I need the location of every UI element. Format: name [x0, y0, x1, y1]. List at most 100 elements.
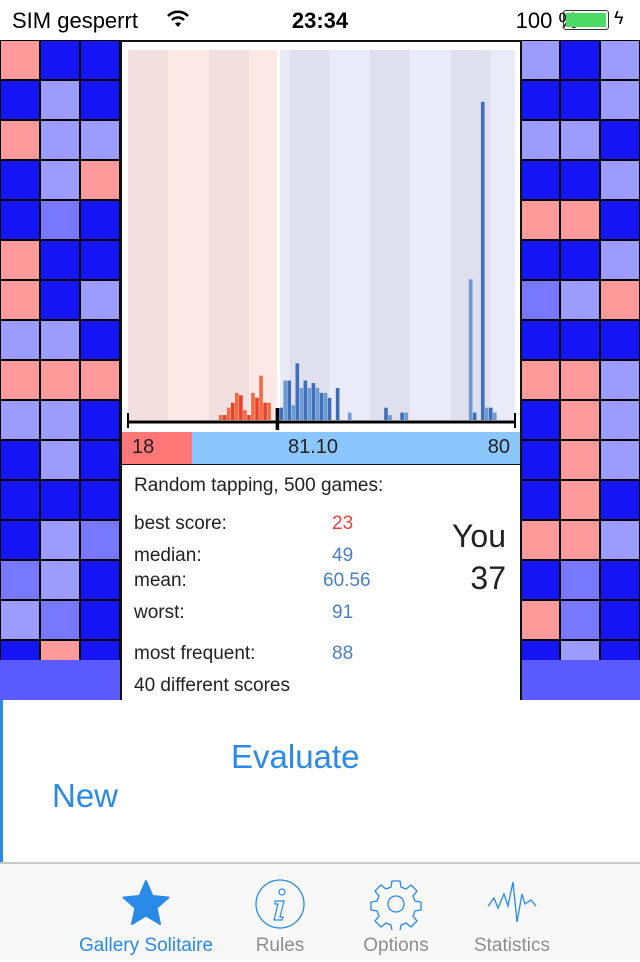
board-tile[interactable]	[521, 601, 559, 639]
board-tile[interactable]	[521, 481, 559, 519]
board-tile[interactable]	[81, 601, 119, 639]
board-tile[interactable]	[521, 41, 559, 79]
board-tile[interactable]	[41, 241, 79, 279]
board-tile[interactable]	[601, 241, 639, 279]
board-tile[interactable]	[521, 641, 559, 660]
board-tile[interactable]	[561, 281, 599, 319]
board-tile[interactable]	[81, 361, 119, 399]
board-tile[interactable]	[601, 441, 639, 479]
board-tile[interactable]	[81, 641, 119, 660]
board-tile[interactable]	[561, 361, 599, 399]
board-tile[interactable]	[601, 81, 639, 119]
board-tile[interactable]	[1, 201, 39, 239]
board-tile[interactable]	[81, 121, 119, 159]
board-tile[interactable]	[81, 81, 119, 119]
board-tile[interactable]	[601, 321, 639, 359]
board-tile[interactable]	[1, 481, 39, 519]
board-tile[interactable]	[601, 41, 639, 79]
board-tile[interactable]	[561, 81, 599, 119]
board-tile[interactable]	[81, 201, 119, 239]
board-tile[interactable]	[1, 361, 39, 399]
board-tile[interactable]	[81, 41, 119, 79]
board-tile[interactable]	[601, 161, 639, 199]
board-tile[interactable]	[41, 601, 79, 639]
board-tile[interactable]	[81, 481, 119, 519]
board-tile[interactable]	[1, 281, 39, 319]
board-tile[interactable]	[601, 561, 639, 599]
board-tile[interactable]	[521, 561, 559, 599]
new-game-button[interactable]: New	[52, 777, 118, 815]
board-tile[interactable]	[1, 601, 39, 639]
board-tile[interactable]	[521, 81, 559, 119]
tab-statistics[interactable]: Statistics	[464, 864, 560, 962]
board-tile[interactable]	[1, 641, 39, 660]
board-tile[interactable]	[1, 321, 39, 359]
board-tile[interactable]	[601, 601, 639, 639]
tab-options[interactable]: Options	[350, 864, 442, 962]
board-tile[interactable]	[521, 201, 559, 239]
board-tile[interactable]	[521, 401, 559, 439]
board-tile[interactable]	[81, 441, 119, 479]
board-tile[interactable]	[41, 281, 79, 319]
board-tile[interactable]	[81, 521, 119, 559]
board-tile[interactable]	[561, 521, 599, 559]
board-tile[interactable]	[521, 241, 559, 279]
board-tile[interactable]	[561, 41, 599, 79]
board-tile[interactable]	[1, 241, 39, 279]
board-tile[interactable]	[561, 601, 599, 639]
board-tile[interactable]	[81, 321, 119, 359]
board-tile[interactable]	[561, 121, 599, 159]
board-tile[interactable]	[41, 321, 79, 359]
board-tile[interactable]	[1, 41, 39, 79]
board-tile[interactable]	[601, 281, 639, 319]
board-tile[interactable]	[1, 441, 39, 479]
board-tile[interactable]	[521, 321, 559, 359]
evaluate-button[interactable]: Evaluate	[231, 738, 359, 776]
board-tile[interactable]	[1, 81, 39, 119]
board-tile[interactable]	[521, 161, 559, 199]
board-tile[interactable]	[41, 121, 79, 159]
board-tile[interactable]	[1, 161, 39, 199]
board-tile[interactable]	[41, 521, 79, 559]
board-tile[interactable]	[601, 521, 639, 559]
board-tile[interactable]	[601, 481, 639, 519]
board-tile[interactable]	[561, 481, 599, 519]
board-tile[interactable]	[41, 481, 79, 519]
board-tile[interactable]	[521, 521, 559, 559]
board-tile[interactable]	[521, 121, 559, 159]
board-tile[interactable]	[41, 161, 79, 199]
board-tile[interactable]	[561, 241, 599, 279]
board-tile[interactable]	[41, 561, 79, 599]
tab-rules[interactable]: Rules	[240, 864, 320, 962]
board-tile[interactable]	[601, 201, 639, 239]
board-tile[interactable]	[561, 401, 599, 439]
board-tile[interactable]	[81, 241, 119, 279]
board-tile[interactable]	[41, 41, 79, 79]
board-tile[interactable]	[1, 121, 39, 159]
board-tile[interactable]	[521, 281, 559, 319]
board-tile[interactable]	[1, 521, 39, 559]
board-tile[interactable]	[1, 401, 39, 439]
board-tile[interactable]	[41, 441, 79, 479]
tab-gallery-solitaire[interactable]: Gallery Solitaire	[70, 864, 222, 962]
board-tile[interactable]	[521, 361, 559, 399]
board-tile[interactable]	[1, 561, 39, 599]
board-tile[interactable]	[41, 81, 79, 119]
board-tile[interactable]	[41, 201, 79, 239]
board-tile[interactable]	[561, 441, 599, 479]
board-tile[interactable]	[561, 561, 599, 599]
board-tile[interactable]	[81, 561, 119, 599]
board-tile[interactable]	[601, 641, 639, 660]
board-tile[interactable]	[41, 361, 79, 399]
board-tile[interactable]	[561, 201, 599, 239]
board-tile[interactable]	[561, 321, 599, 359]
board-tile[interactable]	[41, 401, 79, 439]
board-tile[interactable]	[601, 121, 639, 159]
board-tile[interactable]	[81, 401, 119, 439]
board-tile[interactable]	[561, 161, 599, 199]
board-tile[interactable]	[41, 641, 79, 660]
board-tile[interactable]	[521, 441, 559, 479]
board-tile[interactable]	[81, 161, 119, 199]
board-tile[interactable]	[81, 281, 119, 319]
board-tile[interactable]	[601, 361, 639, 399]
